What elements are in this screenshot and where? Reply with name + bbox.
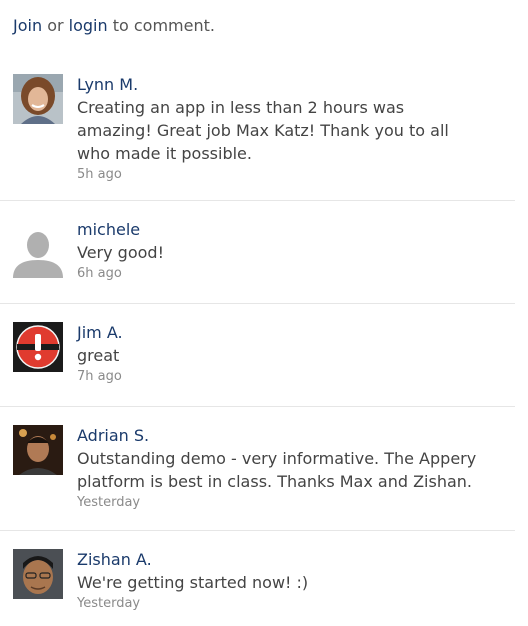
- comment-timestamp: 7h ago: [77, 369, 122, 384]
- man-portrait-avatar-icon[interactable]: [13, 425, 63, 475]
- red-exclamation-badge-avatar-icon[interactable]: [13, 322, 63, 372]
- comment-text: great: [77, 346, 120, 365]
- comment-item: Adrian S. Outstanding demo - very inform…: [0, 407, 515, 531]
- comment-timestamp: 6h ago: [77, 266, 122, 281]
- comment-author-link[interactable]: michele: [77, 219, 140, 241]
- to-comment-text: to comment.: [112, 16, 215, 35]
- comment-item: Lynn M. Creating an app in less than 2 h…: [0, 60, 515, 201]
- default-silhouette-avatar-icon[interactable]: [13, 228, 63, 278]
- woman-portrait-avatar-icon[interactable]: [13, 74, 63, 124]
- comment-text: Outstanding demo - very informative. The…: [77, 449, 477, 491]
- comment-timestamp: 5h ago: [77, 167, 122, 182]
- comment-timestamp: Yesterday: [77, 596, 141, 611]
- or-text: or: [47, 16, 64, 35]
- join-link[interactable]: Join: [13, 16, 42, 35]
- comment-list: Lynn M. Creating an app in less than 2 h…: [0, 60, 528, 626]
- comment-text: Very good!: [77, 243, 164, 262]
- comment-author-link[interactable]: Jim A.: [77, 322, 123, 344]
- comment-item: michele Very good! 6h ago: [0, 201, 515, 304]
- man-portrait-avatar-icon[interactable]: [13, 549, 63, 599]
- comment-author-link[interactable]: Adrian S.: [77, 425, 149, 447]
- comment-text: We're getting started now! :): [77, 573, 309, 592]
- comment-timestamp: Yesterday: [77, 495, 141, 510]
- comment-item: Jim A. great 7h ago: [0, 304, 515, 407]
- comment-text: Creating an app in less than 2 hours was…: [77, 98, 449, 163]
- comment-auth-prompt: Join or login to comment.: [13, 16, 215, 36]
- comment-author-link[interactable]: Lynn M.: [77, 74, 138, 96]
- login-link[interactable]: login: [69, 16, 108, 35]
- comment-item: Zishan A. We're getting started now! :) …: [0, 531, 515, 626]
- comment-author-link[interactable]: Zishan A.: [77, 549, 152, 571]
